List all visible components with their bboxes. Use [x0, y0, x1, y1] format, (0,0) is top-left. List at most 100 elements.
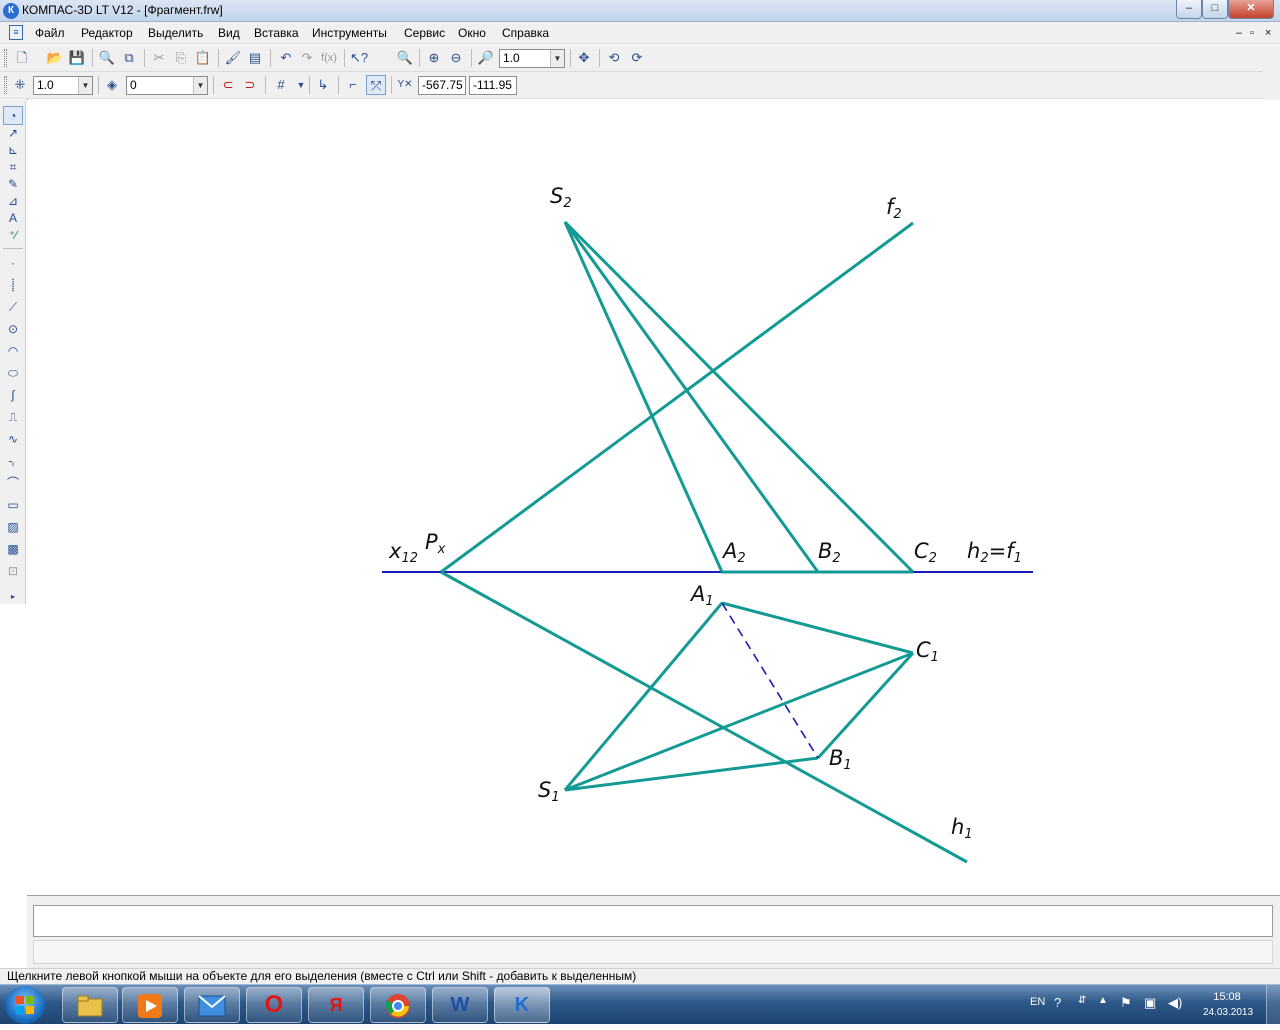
- trace-f2-line[interactable]: [440, 221, 914, 574]
- spec-panel-icon[interactable]: ⁺⁄: [3, 226, 23, 245]
- undo-icon[interactable]: ↶: [276, 48, 296, 68]
- step-cursor-icon[interactable]: ⁜: [10, 75, 30, 95]
- close-button[interactable]: ✕: [1228, 0, 1274, 19]
- volume-icon[interactable]: ◀): [1168, 995, 1182, 1011]
- cut-icon[interactable]: ✂: [149, 48, 169, 68]
- explorer-icon[interactable]: [62, 987, 118, 1023]
- hatch-icon[interactable]: ▨: [3, 518, 23, 537]
- local-snap-magnet-icon[interactable]: ⊃: [240, 75, 260, 95]
- chevron-down-icon[interactable]: ▼: [78, 77, 92, 94]
- properties-icon[interactable]: ▤: [245, 48, 265, 68]
- geometry-panel-icon[interactable]: ◔: [3, 106, 23, 125]
- action-center-flag-icon[interactable]: ⚑: [1120, 995, 1132, 1011]
- maximize-button[interactable]: □: [1202, 0, 1228, 19]
- zoom-out-icon[interactable]: ⊖: [446, 48, 466, 68]
- grid-icon[interactable]: #: [271, 75, 291, 95]
- edge-s2-a2[interactable]: [563, 221, 724, 573]
- new-document-icon[interactable]: 🗋: [12, 48, 32, 68]
- spline-icon[interactable]: ∫: [3, 386, 23, 405]
- pan-icon[interactable]: ✥: [574, 48, 594, 68]
- properties-field[interactable]: [33, 905, 1273, 937]
- doc-close-button[interactable]: ×: [1265, 27, 1271, 39]
- redo-icon[interactable]: ↷: [297, 48, 317, 68]
- yandex-icon[interactable]: Я: [308, 987, 364, 1023]
- trace-h1-line[interactable]: [440, 570, 968, 864]
- help-icon[interactable]: ?: [1054, 995, 1061, 1010]
- kompas-app-icon[interactable]: К: [3, 3, 19, 19]
- minimize-button[interactable]: –: [1176, 0, 1202, 19]
- start-button[interactable]: [5, 986, 45, 1024]
- show-hidden-icons-icon[interactable]: ▲: [1098, 995, 1108, 1006]
- collect-contour-icon[interactable]: ⊡: [3, 562, 23, 581]
- media-player-icon[interactable]: [122, 987, 178, 1023]
- hatch-fill-icon[interactable]: ▩: [3, 540, 23, 559]
- circle-icon[interactable]: ⊙: [3, 320, 23, 339]
- coord-x-field[interactable]: -567.75: [418, 76, 466, 95]
- chrome-icon[interactable]: [370, 987, 426, 1023]
- format-brush-icon[interactable]: 🖌: [223, 48, 243, 68]
- open-folder-icon[interactable]: 📂: [45, 48, 65, 68]
- clock-time[interactable]: 15:08: [1212, 991, 1242, 1003]
- layers-icon[interactable]: ◈: [102, 75, 122, 95]
- regenerate-icon[interactable]: ⟲: [604, 48, 624, 68]
- grid-dropdown-icon[interactable]: ▼: [291, 75, 311, 95]
- edge-s2-c2[interactable]: [563, 220, 915, 574]
- function-icon[interactable]: f(x): [319, 48, 339, 68]
- clock-date[interactable]: 24.03.2013: [1200, 1007, 1256, 1018]
- snap-magnet-icon[interactable]: ⊂: [218, 75, 238, 95]
- fillet-icon[interactable]: ⌒: [3, 474, 23, 493]
- rectangle-icon[interactable]: ▭: [3, 496, 23, 515]
- word-icon[interactable]: W: [432, 987, 488, 1023]
- language-indicator[interactable]: EN: [1030, 996, 1045, 1008]
- tray-settings-icon[interactable]: ⇵: [1078, 995, 1086, 1006]
- zoom-scale-icon[interactable]: 🔎: [476, 48, 496, 68]
- zoom-combo[interactable]: 1.0 ▼: [499, 49, 565, 68]
- menu-view[interactable]: Вид: [218, 26, 240, 40]
- chevron-down-icon[interactable]: ▼: [193, 77, 207, 94]
- chevron-right-icon[interactable]: ▸: [3, 587, 23, 606]
- menu-service[interactable]: Сервис: [404, 26, 445, 40]
- doc-minimize-button[interactable]: –: [1236, 27, 1242, 39]
- doc-restore-button[interactable]: ▫: [1250, 27, 1254, 39]
- opera-icon[interactable]: O: [246, 987, 302, 1023]
- chevron-down-icon[interactable]: ▼: [550, 50, 564, 67]
- edge-c1-b1[interactable]: [816, 651, 915, 760]
- zoom-in-icon[interactable]: ⊕: [424, 48, 444, 68]
- coord-y-field[interactable]: -111.95: [469, 76, 517, 95]
- menu-tools[interactable]: Инструменты: [312, 26, 387, 40]
- window-copy-icon[interactable]: ⧉: [119, 48, 139, 68]
- menu-window[interactable]: Окно: [458, 26, 486, 40]
- step-combo[interactable]: 1.0 ▼: [33, 76, 93, 95]
- save-icon[interactable]: 💾: [67, 48, 87, 68]
- menu-select[interactable]: Выделить: [148, 26, 203, 40]
- toolbar-grip[interactable]: [4, 76, 7, 94]
- toolbar-grip[interactable]: [4, 49, 7, 67]
- print-preview-icon[interactable]: 🔍: [97, 48, 117, 68]
- kompas-icon[interactable]: K: [494, 987, 550, 1023]
- auxiliary-line-icon[interactable]: ⸽: [3, 276, 23, 295]
- ellipse-icon[interactable]: ⬭: [3, 364, 23, 383]
- edge-s2-b2[interactable]: [563, 221, 820, 573]
- edge-s1-a1[interactable]: [563, 602, 724, 791]
- local-cs-icon[interactable]: ↳: [313, 75, 333, 95]
- point-icon[interactable]: ·: [3, 254, 23, 273]
- menu-file[interactable]: Файл: [35, 26, 65, 40]
- round-mode-icon[interactable]: ⤱: [366, 75, 386, 95]
- layer-combo[interactable]: 0 ▼: [126, 76, 208, 95]
- ortho-mode-icon[interactable]: ⌐: [343, 75, 363, 95]
- document-icon[interactable]: ≡: [9, 25, 23, 40]
- arc-icon[interactable]: ◠: [3, 342, 23, 361]
- help-pointer-icon[interactable]: ↖?: [349, 48, 369, 68]
- show-desktop-button[interactable]: [1266, 985, 1280, 1025]
- menu-insert[interactable]: Вставка: [254, 26, 299, 40]
- edge-a1-c1[interactable]: [721, 601, 914, 655]
- polyline-icon[interactable]: ⎍: [3, 408, 23, 427]
- refresh-icon[interactable]: ⟳: [627, 48, 647, 68]
- chamfer-icon[interactable]: ⌍: [3, 452, 23, 471]
- paste-icon[interactable]: 📋: [193, 48, 213, 68]
- zoom-window-icon[interactable]: 🔍: [395, 48, 415, 68]
- drawing-canvas[interactable]: S2 f2 x12 Px A2 B2 C2 h2=f1 A1 C1 B1 S1 …: [27, 100, 1280, 895]
- segment-icon[interactable]: ⟋: [3, 298, 23, 317]
- network-icon[interactable]: ▣: [1144, 995, 1156, 1011]
- mail-icon[interactable]: [184, 987, 240, 1023]
